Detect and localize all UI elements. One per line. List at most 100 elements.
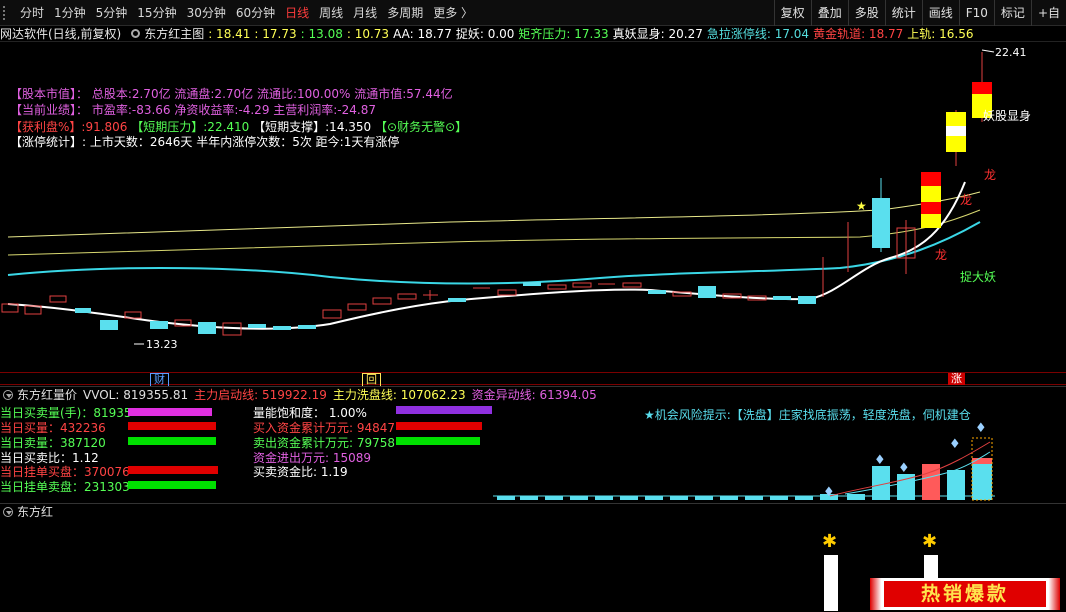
period-tab-6[interactable]: 日线: [280, 4, 314, 21]
volume-bar: [795, 496, 813, 500]
tool-button-1[interactable]: 叠加: [810, 0, 848, 26]
volume-bar: [595, 496, 613, 500]
tool-button-4[interactable]: 画线: [921, 0, 959, 26]
diamond-icon: ♦: [874, 453, 886, 468]
tool-button-6[interactable]: 标记: [993, 0, 1031, 26]
low-price-label: 13.23: [146, 338, 178, 351]
indicator-value-10: 上轨: 16.56: [907, 27, 974, 41]
limit-up-candle-top: [972, 82, 992, 94]
period-tab-7[interactable]: 周线: [314, 4, 348, 21]
candle: [448, 298, 466, 302]
catch-big-yao-label: 捉大妖: [960, 270, 997, 284]
candle: [397, 293, 417, 300]
candle: [198, 322, 216, 334]
dfh-indicator-title[interactable]: 东方红: [17, 503, 53, 520]
short-support: 【短期支撑】:14.350: [253, 120, 372, 134]
settings-icon[interactable]: [131, 29, 141, 38]
candle: [322, 309, 342, 319]
period-tab-8[interactable]: 月线: [348, 4, 382, 21]
dfh-indicator-header: 东方红: [0, 503, 1066, 519]
period-tab-1[interactable]: 1分钟: [49, 4, 91, 21]
main-price-chart[interactable]: ★ 【股本市值】： 总股本:2.70亿 流通盘:2.70亿 流通比:100.00…: [0, 42, 1066, 372]
limit-up-mark[interactable]: 涨: [948, 373, 965, 385]
period-tab-4[interactable]: 30分钟: [182, 4, 231, 21]
indicator-value-4: AA: 18.77: [393, 27, 452, 41]
period-tab-10[interactable]: 更多 〉: [428, 4, 478, 21]
volume-bar: [520, 496, 538, 500]
return-mark[interactable]: 回: [362, 373, 381, 387]
diamond-icon: ♦: [975, 421, 987, 436]
candle: [150, 321, 168, 329]
limit-up-candle-top: [921, 172, 941, 186]
tool-button-0[interactable]: 复权: [773, 0, 811, 26]
volume-bars-svg: ♦ ♦ ♦ ♦ ♦: [493, 421, 995, 501]
high-pointer: [981, 49, 995, 53]
cyan-ma-line: [7, 221, 981, 285]
candle: [572, 282, 592, 288]
tool-button-3[interactable]: 统计: [884, 0, 922, 26]
volume-bar: [545, 496, 563, 500]
tool-button-2[interactable]: 多股: [847, 0, 885, 26]
collapse-icon[interactable]: [3, 506, 13, 517]
dragon-label-2: 龙: [960, 193, 973, 207]
candle: [75, 308, 91, 313]
tool-button-5[interactable]: F10: [958, 0, 994, 26]
volume-bar: [745, 496, 763, 500]
candle: [273, 326, 291, 330]
indicator-value-3: : 10.73: [346, 27, 390, 41]
candle: [497, 289, 517, 296]
fund-anomaly-line: 资金异动线: 61394.05: [471, 388, 597, 402]
indicator-name[interactable]: 东方红主图: [144, 25, 204, 42]
candle: [523, 282, 541, 286]
stock-title[interactable]: 网达软件(日线,前复权): [0, 25, 121, 42]
candle: [347, 303, 367, 311]
volume-bar: [972, 458, 992, 500]
dfh-panel[interactable]: ✱ ✱ 热销爆款: [0, 519, 1066, 612]
collapse-icon[interactable]: [3, 389, 13, 400]
period-tab-9[interactable]: 多周期: [382, 4, 428, 21]
volume-bar: [497, 496, 515, 500]
indicator-value-7: 真妖显身: 20.27: [612, 27, 703, 41]
candle: [100, 320, 118, 330]
diamond-icon: ♦: [898, 461, 910, 476]
finance-mark[interactable]: 财: [150, 373, 169, 387]
period-tab-2[interactable]: 5分钟: [91, 4, 133, 21]
volume-panel[interactable]: 当日买卖量(手)：81935 当日买量：432236 当日卖量：387120 当…: [0, 402, 1066, 502]
period-tab-3[interactable]: 15分钟: [132, 4, 181, 21]
finance-warning: 【⊙财务无警⊙】: [375, 120, 468, 134]
star-marker-icon: ★: [856, 199, 867, 213]
candle: [648, 290, 666, 294]
tool-button-7[interactable]: +自: [1030, 0, 1066, 26]
indicator-value-5: 捉妖: 0.00: [455, 27, 515, 41]
high-price-label: 22.41: [995, 46, 1027, 59]
volume-indicator-title[interactable]: 东方红量价: [17, 386, 77, 403]
period-tab-0[interactable]: 分时: [15, 4, 49, 21]
candle: [698, 286, 716, 298]
hot-sale-banner[interactable]: 热销爆款: [870, 578, 1060, 610]
volume-bar: [947, 470, 965, 500]
period-tabs: 分时 1分钟 5分钟 15分钟 30分钟 60分钟 日线 周线 月线 多周期 更多 〉: [0, 0, 478, 25]
indicator-value-6: 矩齐压力: 17.33: [518, 27, 609, 41]
volume-bar: [720, 496, 738, 500]
candle: [773, 296, 791, 300]
candle: [298, 325, 316, 329]
vvol-value: VVOL: 819355.81: [83, 387, 189, 402]
profit-chip: 【获利盘%】:91.806: [10, 120, 128, 134]
period-tab-5[interactable]: 60分钟: [231, 4, 280, 21]
date-axis: 财 回 涨: [0, 372, 1066, 387]
butterfly-icon: ✱: [922, 531, 937, 552]
app-window: 分时 1分钟 5分钟 15分钟 30分钟 60分钟 日线 周线 月线 多周期 更多 〉 复权 叠加 多股…: [0, 0, 1066, 612]
candle: [372, 297, 392, 305]
hot-sale-text[interactable]: 热销爆款: [884, 581, 1046, 607]
main-wash-line: 主力洗盘线: 107062.23: [332, 388, 466, 402]
yao-stock-label: 妖股显身: [983, 109, 1032, 123]
candle: [248, 324, 266, 328]
period-toolbar: 分时 1分钟 5分钟 15分钟 30分钟 60分钟 日线 周线 月线 多周期 更多 〉 复权 叠加 多股…: [0, 0, 1066, 26]
profit-line: 【获利盘%】:91.806 【短期压力】:22.410 【短期支撑】:14.35…: [10, 120, 467, 134]
dfh-signal-bar: [824, 555, 838, 611]
indicator-info-bar: 网达软件(日线,前复权) 东方红主图 : 18.41: 17.73: 13.08…: [0, 26, 1066, 42]
indicator-value-1: : 17.73: [254, 27, 297, 41]
main-start-line: 主力启动线: 519922.19: [194, 388, 327, 402]
indicator-values: : 18.41: 17.73: 13.08: 10.73 AA: 18.77 捉妖:…: [208, 25, 977, 42]
candle: [622, 282, 642, 288]
